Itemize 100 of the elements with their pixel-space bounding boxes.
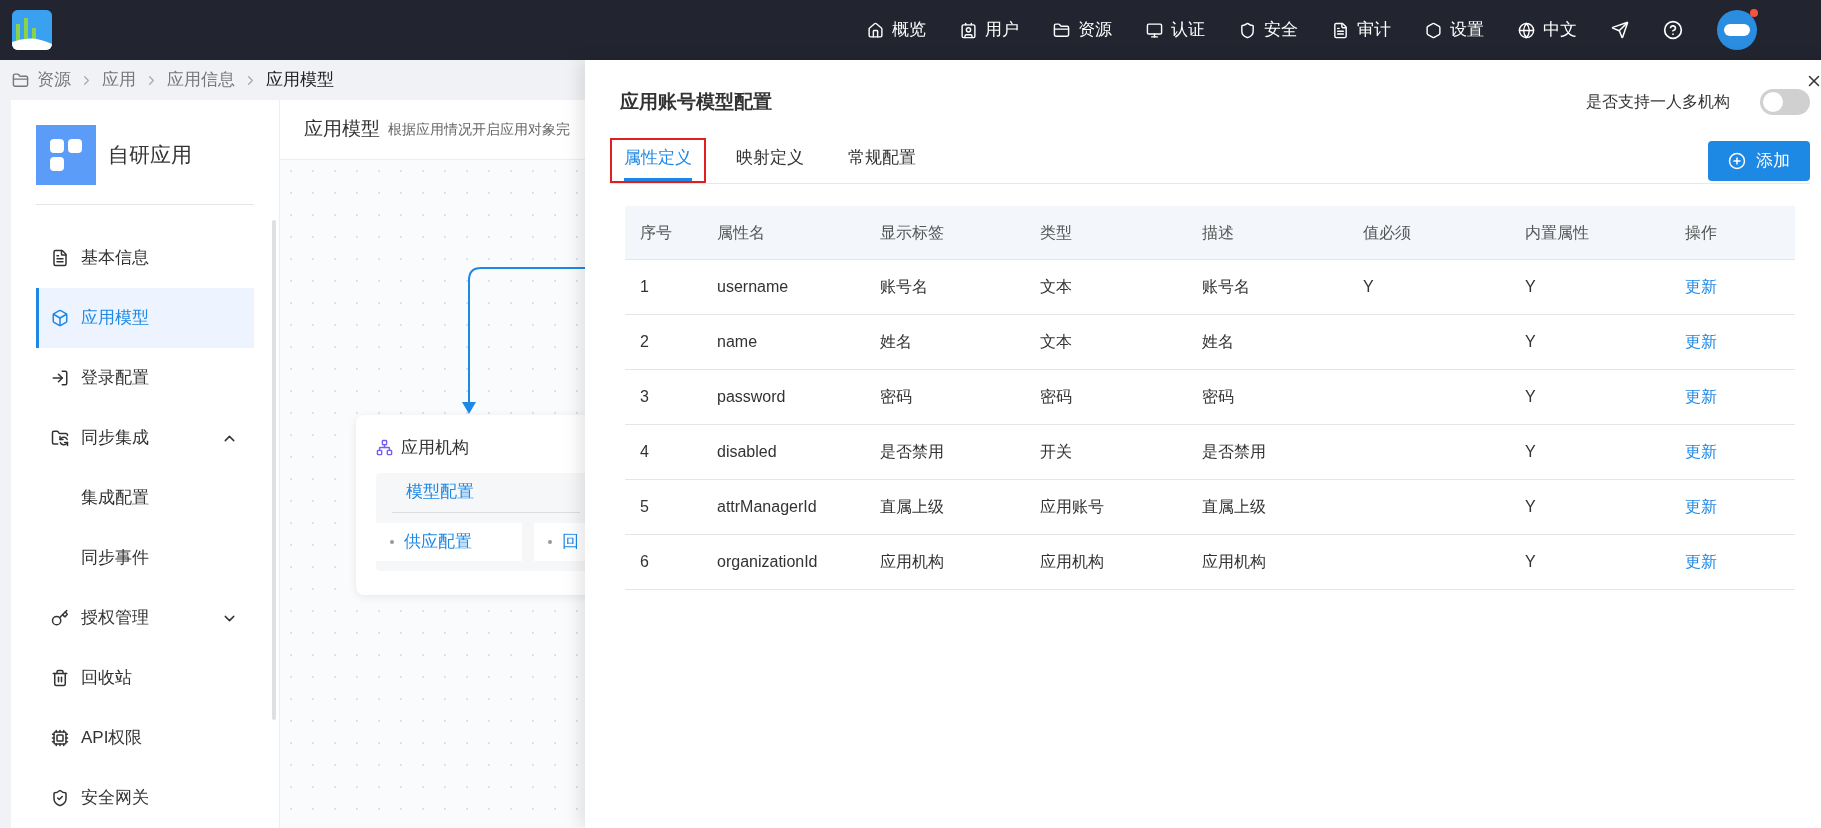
sidebar-item[interactable]: 授权管理 [36, 588, 254, 648]
table-cell: 3 [640, 388, 649, 405]
nav-link[interactable]: 资源 [1053, 17, 1112, 43]
contact-card-icon [960, 21, 977, 39]
chip-icon [51, 729, 69, 747]
nav-link[interactable]: 设置 [1425, 17, 1484, 43]
table-cell: 2 [640, 333, 649, 350]
app-logo[interactable] [12, 10, 52, 50]
table-cell: 1 [640, 278, 649, 295]
table-cell: 密码 [880, 388, 912, 405]
update-link[interactable]: 更新 [1685, 498, 1717, 515]
update-link[interactable]: 更新 [1685, 553, 1717, 570]
nav-link[interactable]: 审计 [1332, 17, 1391, 43]
trash-icon [51, 669, 69, 687]
table-cell: 是否禁用 [880, 443, 944, 460]
nav-link[interactable]: 认证 [1146, 17, 1205, 43]
send-icon[interactable] [1611, 21, 1629, 39]
nav-link[interactable]: 中文 [1518, 17, 1577, 43]
table-cell: name [717, 333, 758, 350]
shield-icon [1239, 21, 1256, 39]
breadcrumb-link[interactable]: 应用 [102, 67, 136, 93]
column-header: 值必须 [1362, 222, 1412, 243]
table-cell: 文本 [1040, 278, 1072, 295]
table-cell: 姓名 [1202, 333, 1234, 350]
column-header: 操作 [1684, 222, 1718, 243]
tab[interactable]: 映射定义 [736, 144, 804, 181]
update-link[interactable]: 更新 [1685, 278, 1717, 295]
sidebar-item[interactable]: 登录配置 [36, 348, 254, 408]
shield-check-icon [51, 789, 69, 807]
folder-icon [12, 71, 29, 89]
avatar[interactable] [1717, 10, 1757, 50]
plus-circle-icon [1728, 152, 1746, 170]
table-cell: 应用账号 [1040, 498, 1104, 515]
document-icon [51, 249, 69, 267]
key-icon [51, 609, 69, 627]
document-icon [1332, 21, 1349, 39]
app-name: 自研应用 [108, 142, 192, 169]
table-cell: Y [1525, 553, 1536, 570]
table-cell: organizationId [717, 553, 818, 570]
nav-link[interactable]: 用户 [960, 17, 1019, 43]
house-icon [867, 21, 884, 39]
breadcrumb-link[interactable]: 应用模型 [266, 67, 334, 93]
table-cell: 账号名 [880, 278, 928, 295]
nav-link[interactable]: 安全 [1239, 17, 1298, 43]
table-cell: 密码 [1040, 388, 1072, 405]
table-cell: Y [1363, 278, 1374, 295]
cube-icon [51, 309, 69, 327]
column-header: 类型 [1039, 222, 1073, 243]
column-header: 属性名 [716, 222, 766, 243]
table-cell: 姓名 [880, 333, 912, 350]
tab[interactable]: 属性定义 [624, 144, 692, 181]
toggle-label: 是否支持一人多机构 [1586, 92, 1730, 112]
node-item[interactable]: 供应配置 [376, 522, 522, 561]
sidebar-subitem[interactable]: 同步事件 [36, 528, 254, 588]
table-cell: 应用机构 [880, 553, 944, 570]
sidebar-item[interactable]: 安全网关 [36, 768, 254, 828]
breadcrumb-link[interactable]: 应用信息 [167, 67, 235, 93]
sidebar-subitem[interactable]: 集成配置 [36, 468, 254, 528]
node-item[interactable]: 回 [534, 522, 585, 561]
table-cell: Y [1525, 498, 1536, 515]
update-link[interactable]: 更新 [1685, 333, 1717, 350]
add-button[interactable]: 添加 [1708, 141, 1810, 181]
content-title: 应用模型 [304, 117, 380, 142]
node-tab[interactable]: 模型配置 [392, 472, 580, 513]
breadcrumb-link[interactable]: 资源 [37, 67, 71, 93]
update-link[interactable]: 更新 [1685, 443, 1717, 460]
login-icon [51, 369, 69, 387]
table-cell: Y [1525, 278, 1536, 295]
table-cell: 应用机构 [1202, 553, 1266, 570]
sidebar-item[interactable]: 回收站 [36, 648, 254, 708]
nav-link[interactable]: 概览 [867, 17, 926, 43]
app-icon [36, 125, 96, 185]
table-cell: 4 [640, 443, 649, 460]
table-cell: 密码 [1202, 388, 1234, 405]
sidebar-item[interactable]: 基本信息 [36, 228, 254, 288]
hexagon-icon [1425, 21, 1442, 39]
table-cell: 直属上级 [880, 498, 944, 515]
table-cell: username [717, 278, 789, 295]
column-header: 显示标签 [879, 222, 945, 243]
sidebar-item[interactable]: API权限 [36, 708, 254, 768]
drawer-title: 应用账号模型配置 [620, 89, 773, 114]
column-header: 序号 [639, 222, 673, 243]
table-cell: 应用机构 [1040, 553, 1104, 570]
toggle-switch[interactable] [1760, 89, 1810, 115]
content-subtitle: 根据应用情况开启应用对象完 [388, 120, 570, 139]
table-cell: 是否禁用 [1202, 443, 1266, 460]
folder-sync-icon [51, 429, 69, 447]
table-cell: disabled [717, 443, 777, 460]
column-header: 描述 [1201, 222, 1235, 243]
folder-icon [1053, 21, 1070, 39]
table-cell: 账号名 [1202, 278, 1250, 295]
tab[interactable]: 常规配置 [848, 144, 916, 181]
table-cell: Y [1525, 388, 1536, 405]
table-cell: 6 [640, 553, 649, 570]
update-link[interactable]: 更新 [1685, 388, 1717, 405]
globe-icon [1518, 21, 1535, 39]
help-icon[interactable] [1663, 20, 1683, 40]
sidebar-item[interactable]: 同步集成 [36, 408, 254, 468]
node-title: 应用机构 [401, 437, 469, 459]
table-cell: 5 [640, 498, 649, 515]
